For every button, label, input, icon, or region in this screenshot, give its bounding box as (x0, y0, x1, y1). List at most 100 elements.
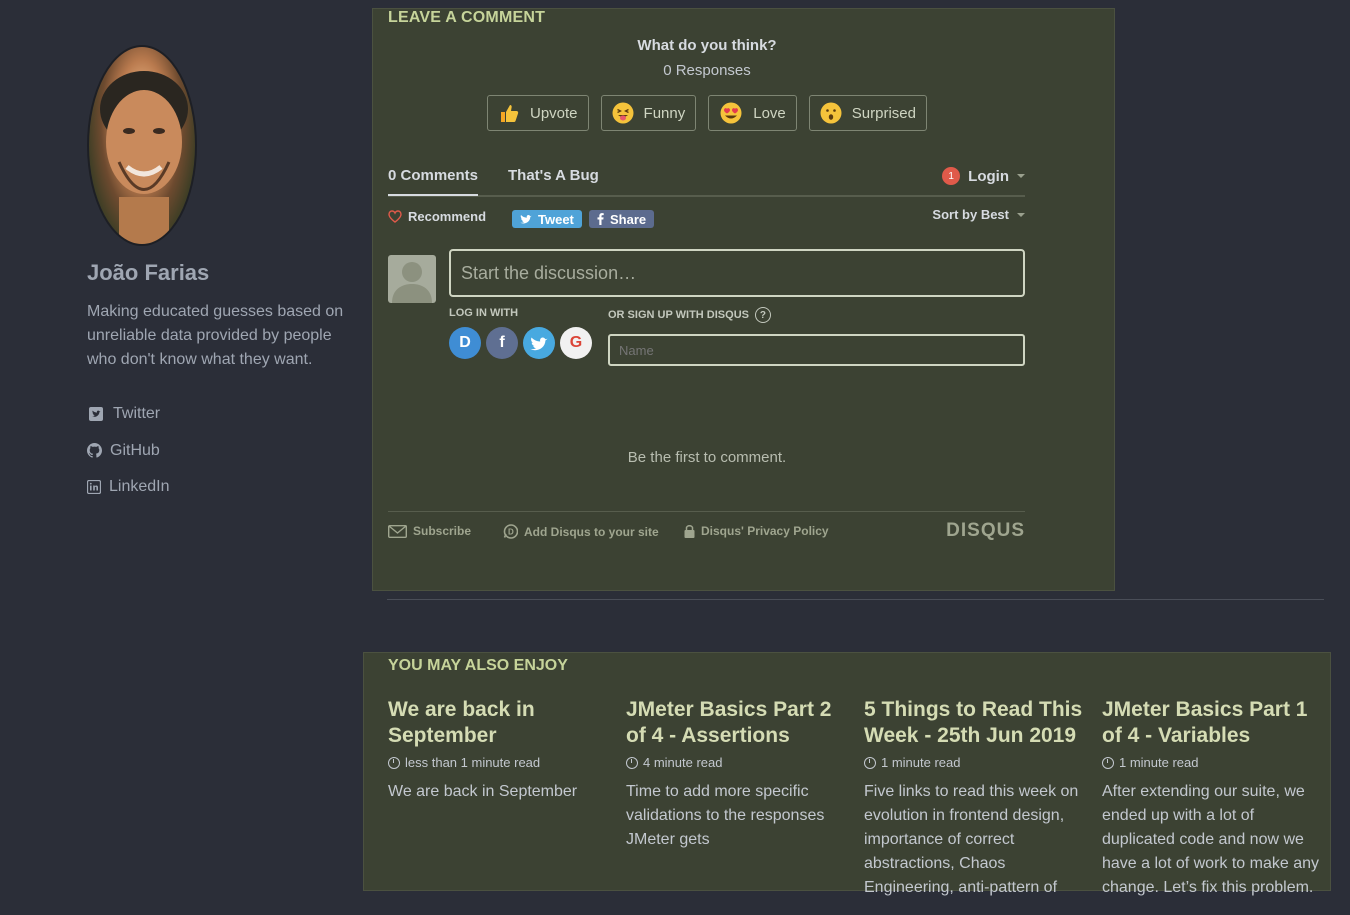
clock-icon (1102, 756, 1114, 769)
facebook-login-icon[interactable]: f (486, 327, 518, 359)
reaction-upvote[interactable]: Upvote (487, 95, 589, 131)
privacy-link[interactable]: Disqus' Privacy Policy (684, 524, 829, 538)
twitter-bird-icon (520, 215, 532, 224)
subscribe-link[interactable]: Subscribe (388, 524, 471, 538)
reaction-funny-label: Funny (643, 104, 686, 122)
post-excerpt: Five links to read this week on evolutio… (864, 783, 1079, 896)
related-post: JMeter Basics Part 1 of 4 - Variables 1 … (1102, 697, 1324, 900)
comment-textarea[interactable]: Start the discussion… (449, 249, 1025, 297)
login-with-label: LOG IN WITH (449, 307, 519, 319)
related-post: JMeter Basics Part 2 of 4 - Assertions 4… (626, 697, 848, 852)
read-time: 1 minute read (881, 755, 961, 770)
sso-buttons: D f G (449, 327, 592, 359)
add-disqus-label: Add Disqus to your site (524, 524, 659, 539)
heart-eyes-icon (720, 102, 742, 124)
subscribe-label: Subscribe (413, 524, 472, 538)
name-field[interactable] (608, 334, 1025, 366)
disqus-login-icon[interactable]: D (449, 327, 481, 359)
section-divider (387, 599, 1324, 600)
add-disqus-link[interactable]: D Add Disqus to your site (503, 524, 659, 539)
reaction-upvote-label: Upvote (530, 104, 578, 122)
post-title[interactable]: JMeter Basics Part 2 of 4 - Assertions (626, 697, 848, 749)
author-sidebar: João Farias Making educated guesses base… (87, 45, 357, 506)
read-time: 4 minute read (643, 755, 723, 770)
tab-comments[interactable]: 0 Comments (388, 167, 479, 196)
share-label: Share (610, 211, 647, 227)
reaction-surprised[interactable]: Surprised (808, 95, 927, 131)
related-title: YOU MAY ALSO ENJOY (388, 657, 568, 674)
post-title[interactable]: JMeter Basics Part 1 of 4 - Variables (1102, 697, 1324, 749)
login-label: Login (968, 167, 1009, 185)
chevron-down-icon (1017, 212, 1025, 217)
notification-badge[interactable]: 1 (942, 167, 961, 185)
facebook-share-button[interactable]: Share (589, 210, 655, 228)
envelope-icon (388, 524, 407, 538)
post-meta: 4 minute read (626, 755, 848, 770)
help-icon[interactable]: ? (754, 307, 771, 323)
privacy-label: Disqus' Privacy Policy (701, 524, 829, 538)
twitter-link[interactable]: Twitter (87, 396, 357, 433)
related-post: 5 Things to Read This Week - 25th Jun 20… (864, 697, 1086, 900)
signup-text: OR SIGN UP WITH DISQUS (608, 309, 749, 321)
clock-icon (388, 756, 400, 769)
tab-community[interactable]: That's A Bug (508, 167, 599, 194)
sort-dropdown[interactable]: Sort by Best (932, 207, 1025, 222)
reaction-prompt: What do you think? (637, 37, 777, 54)
post-meta: 1 minute read (1102, 755, 1324, 770)
thumbs-up-icon (501, 105, 519, 122)
post-excerpt: We are back in September (388, 783, 578, 800)
post-title[interactable]: 5 Things to Read This Week - 25th Jun 20… (864, 697, 1086, 749)
signup-label: OR SIGN UP WITH DISQUS ? (608, 307, 771, 323)
post-meta: less than 1 minute read (388, 755, 610, 770)
responses-count: 0 Responses (663, 62, 751, 79)
tweet-button[interactable]: Tweet (512, 210, 582, 228)
tweet-label: Tweet (538, 211, 574, 227)
recommend-button[interactable]: Recommend (388, 209, 486, 224)
author-avatar (87, 45, 197, 246)
surprised-face-icon (820, 102, 842, 124)
github-icon (87, 443, 102, 458)
comments-title: LEAVE A COMMENT (388, 9, 546, 26)
guest-avatar (388, 255, 436, 303)
linkedin-link[interactable]: LinkedIn (87, 469, 357, 506)
linkedin-label: LinkedIn (109, 478, 170, 496)
tongue-face-icon (612, 102, 634, 124)
post-excerpt: After extending our suite, we ended up w… (1102, 783, 1319, 896)
recommend-label: Recommend (408, 209, 487, 224)
read-time: less than 1 minute read (405, 755, 541, 770)
disqus-d-icon: D (503, 524, 518, 539)
google-login-icon[interactable]: G (560, 327, 592, 359)
twitter-icon (89, 407, 103, 422)
reaction-love-label: Love (753, 104, 786, 122)
thread-actions: Recommend Tweet Share Sort by Best (388, 207, 1025, 229)
related-post: We are back in September less than 1 min… (388, 697, 610, 804)
clock-icon (864, 756, 876, 769)
github-label: GitHub (110, 441, 160, 459)
github-link[interactable]: GitHub (87, 433, 357, 470)
disqus-footer: Subscribe D Add Disqus to your site Disq… (388, 511, 1025, 551)
reaction-surprised-label: Surprised (851, 104, 916, 122)
sort-label: Sort by Best (932, 207, 1009, 222)
svg-text:D: D (508, 528, 514, 537)
clock-icon (626, 756, 638, 769)
related-posts: YOU MAY ALSO ENJOY We are back in Septem… (363, 652, 1331, 896)
default-avatar-icon (392, 262, 432, 303)
comments-tabs: 0 Comments That's A Bug 1 Login (388, 167, 1025, 197)
comments-section: LEAVE A COMMENT What do you think? 0 Res… (372, 8, 1115, 591)
author-name: João Farias (87, 260, 210, 285)
reaction-love[interactable]: Love (708, 95, 797, 131)
empty-state: Be the first to comment. (627, 449, 787, 466)
twitter-label: Twitter (113, 405, 161, 423)
chevron-down-icon (1017, 174, 1025, 178)
twitter-login-icon[interactable] (523, 327, 555, 359)
lock-icon (684, 525, 695, 538)
post-meta: 1 minute read (864, 755, 1086, 770)
post-title[interactable]: We are back in September (388, 697, 610, 749)
login-menu[interactable]: 1 Login (942, 167, 1025, 185)
reaction-funny[interactable]: Funny (600, 95, 697, 131)
disqus-logo[interactable]: DISQUS (946, 520, 1025, 542)
read-time: 1 minute read (1119, 755, 1199, 770)
heart-icon (388, 210, 402, 223)
linkedin-icon (87, 480, 101, 495)
post-excerpt: Time to add more specific validations to… (626, 783, 825, 848)
